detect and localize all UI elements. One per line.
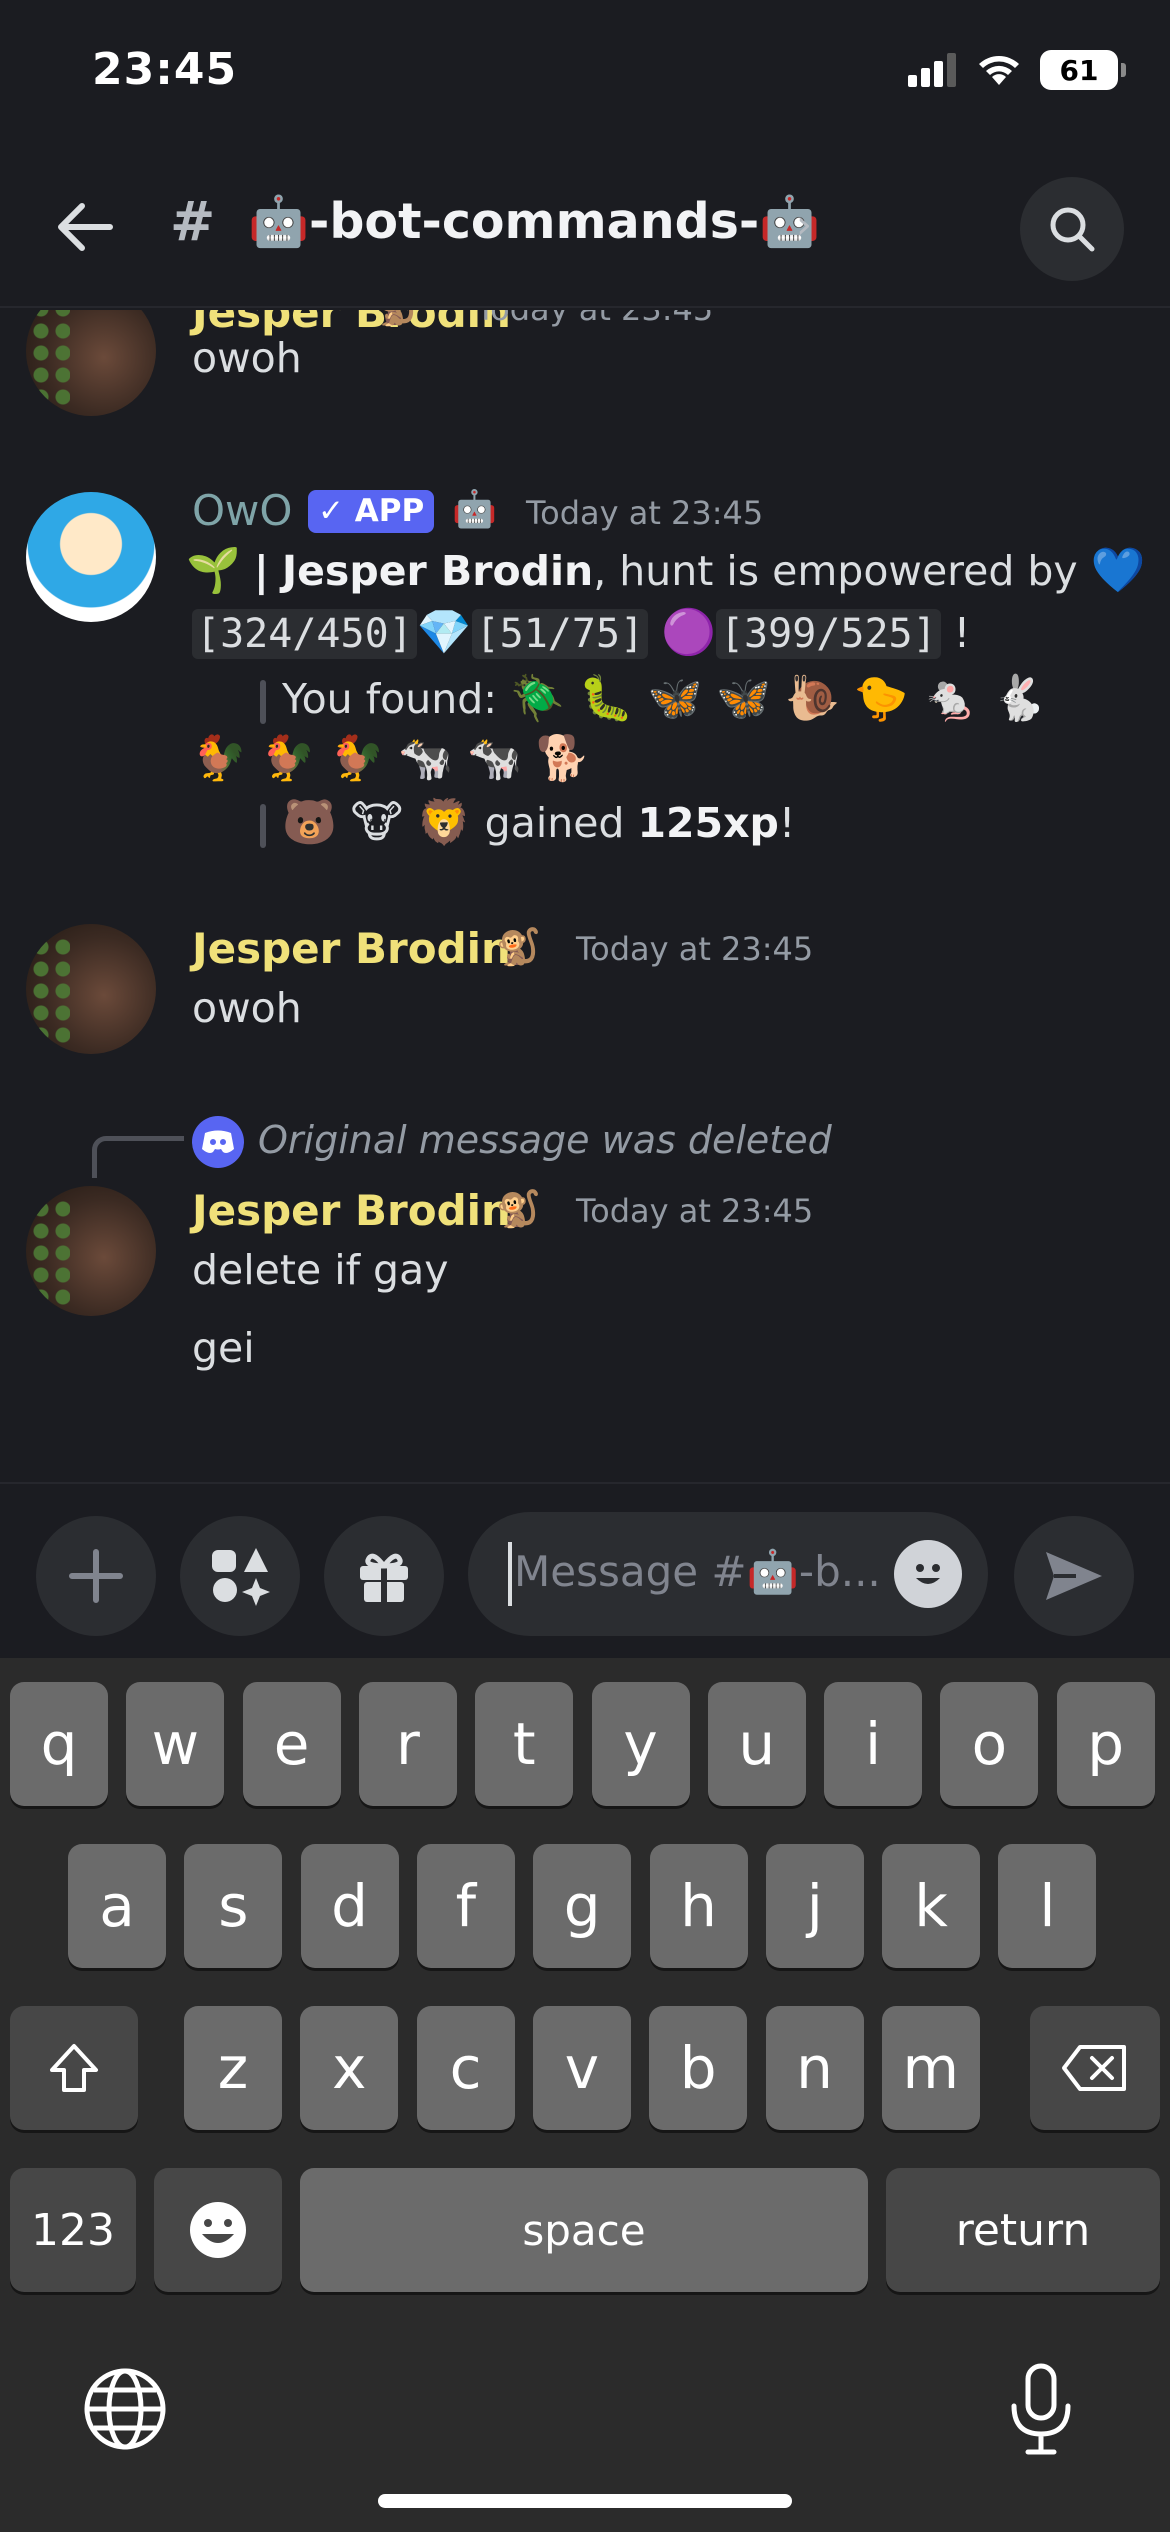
space-key[interactable]: space [300,2168,868,2292]
message-text: delete if gay [192,1246,449,1294]
key-a[interactable]: a [68,1844,166,1968]
send-icon [1046,1552,1102,1600]
author-badge: 🐒 [496,927,541,968]
reply-deleted-text: Original message was deleted [258,1118,832,1162]
back-button[interactable] [50,192,120,262]
hunt-line-4: 🐓 🐓 🐓 🐄 🐄 🐕 [192,733,591,784]
emoji-key[interactable] [154,2168,282,2292]
ios-keyboard: qwertyuiop asdfghjkl zxcvbnm 123 space r… [0,1658,1170,2532]
message-author[interactable]: Jesper Brodin [192,1186,511,1235]
avatar[interactable] [26,310,156,416]
discord-logo-icon [192,1116,244,1168]
author-badge: 🤖 [452,489,497,530]
gift-button[interactable] [324,1516,444,1636]
search-button[interactable] [1020,177,1124,281]
key-x[interactable]: x [300,2006,399,2130]
key-e[interactable]: e [242,1682,341,1806]
hunt-line-2: [324/450]💎 [51/75] 🟣 [399/525] ! [192,606,970,659]
key-q[interactable]: q [10,1682,108,1806]
status-time: 23:45 [92,44,238,95]
message-timestamp: Today at 23:45 [526,494,764,532]
message-timestamp: Today at 23:45 [476,310,713,328]
key-p[interactable]: p [1056,1682,1155,1806]
numbers-key[interactable]: 123 [10,2168,136,2292]
message-text: owoh [192,984,302,1032]
key-u[interactable]: u [707,1682,806,1806]
hunt-line-3: You found: 🪲 🐛 🦋 🦋 🐌 🐤 🐁 🐇 [260,672,1046,724]
chevron-right-icon[interactable]: › [796,202,812,248]
status-bar: 23:45 61 [0,0,1170,150]
avatar[interactable] [26,924,156,1054]
key-i[interactable]: i [824,1682,923,1806]
key-g[interactable]: g [533,1844,632,1968]
key-c[interactable]: c [416,2006,515,2130]
message-author[interactable]: Jesper Brodin [192,310,511,337]
backspace-icon [1062,2045,1126,2091]
status-icons: 61 [908,50,1126,90]
key-t[interactable]: t [475,1682,574,1806]
gift-icon [360,1553,408,1602]
key-n[interactable]: n [765,2006,864,2130]
microphone-icon[interactable] [1006,2362,1076,2460]
author-badge: 🐒 [496,1189,541,1230]
emoji-button[interactable] [894,1540,962,1608]
hunt-line-5: 🐻 🐮 🦁 gained 125xp! [260,796,795,848]
reply-connector [92,1136,184,1178]
key-f[interactable]: f [416,1844,515,1968]
wifi-icon [979,56,1019,85]
key-o[interactable]: o [940,1682,1039,1806]
key-w[interactable]: w [126,1682,225,1806]
key-r[interactable]: r [358,1682,457,1806]
arrow-left-icon [58,203,113,251]
author-badge: 🐒 [374,310,419,328]
battery-indicator: 61 [1040,50,1126,90]
key-j[interactable]: j [765,1844,864,1968]
key-m[interactable]: m [881,2006,980,2130]
key-v[interactable]: v [532,2006,631,2130]
delete-key[interactable] [1030,2006,1160,2130]
message-author[interactable]: OwO [192,486,292,535]
key-z[interactable]: z [184,2006,282,2130]
message-author[interactable]: Jesper Brodin [192,924,511,973]
key-h[interactable]: h [649,1844,748,1968]
avatar[interactable] [26,492,156,622]
hunt-line-1: 🌱 | Jesper Brodin, hunt is empowered by … [186,545,1146,596]
message-text: gei [192,1324,255,1372]
return-key[interactable]: return [886,2168,1160,2292]
add-attachment-button[interactable] [36,1516,156,1636]
plus-icon [69,1549,123,1603]
text-caret [508,1542,512,1606]
avatar[interactable] [26,1186,156,1316]
app-badge: ✓ APP [308,490,435,533]
channel-hash-icon: # [170,190,216,253]
smiley-icon [916,1564,940,1584]
key-k[interactable]: k [882,1844,981,1968]
message-text: owoh [192,334,302,382]
key-y[interactable]: y [591,1682,690,1806]
shift-icon [50,2044,98,2092]
home-indicator [378,2494,792,2508]
apps-icon [212,1548,270,1606]
key-l[interactable]: l [998,1844,1097,1968]
send-button[interactable] [1014,1516,1134,1636]
apps-button[interactable] [180,1516,300,1636]
message-input[interactable]: Message #🤖-b... [468,1512,988,1636]
message-timestamp: Today at 23:45 [576,1192,814,1230]
cellular-signal-icon [908,53,956,87]
message-timestamp: Today at 23:45 [576,930,814,968]
key-d[interactable]: d [300,1844,399,1968]
globe-icon[interactable] [82,2366,168,2456]
message-input-placeholder: Message #🤖-b... [514,1547,881,1596]
shift-key[interactable] [10,2006,138,2130]
composer-bar: Message #🤖-b... [0,1482,1170,1657]
key-b[interactable]: b [649,2006,748,2130]
channel-title[interactable]: 🤖-bot-commands-🤖 [248,193,820,250]
emoji-smiley-icon [190,2202,246,2258]
message-list[interactable]: Jesper Brodin 🐒 Today at 23:45 owoh OwO ✓… [0,310,1170,1482]
search-icon [1050,207,1095,252]
channel-header: # 🤖-bot-commands-🤖 › [0,150,1170,308]
key-s[interactable]: s [184,1844,283,1968]
